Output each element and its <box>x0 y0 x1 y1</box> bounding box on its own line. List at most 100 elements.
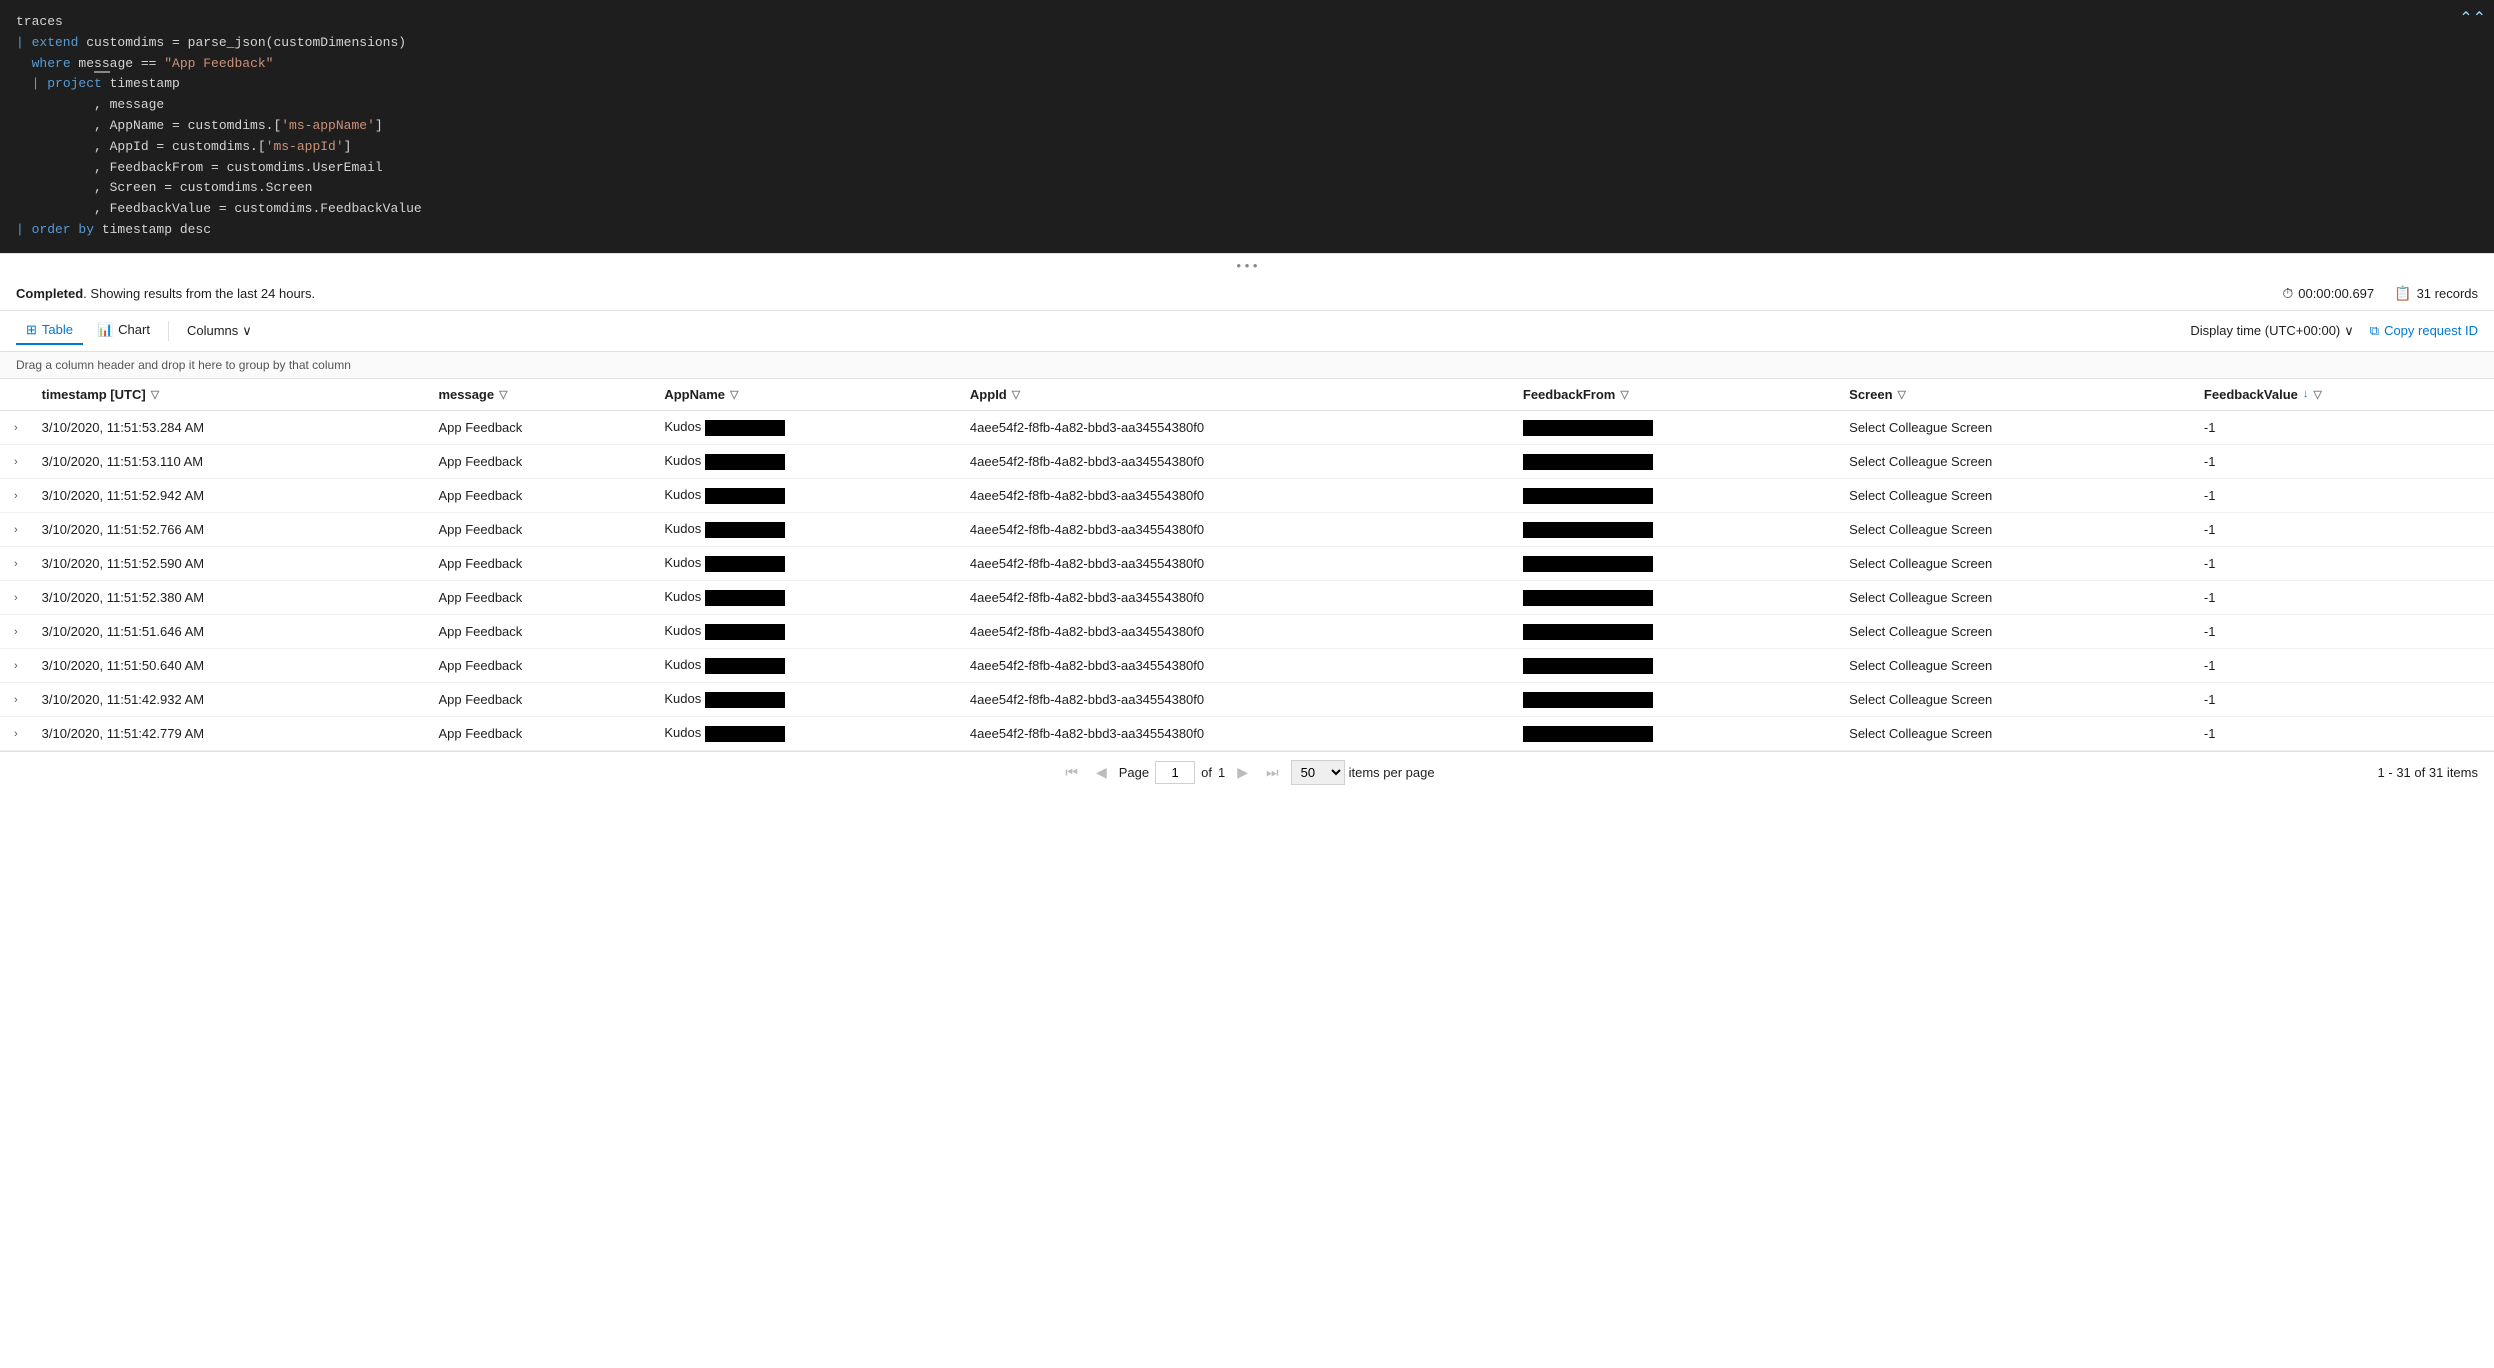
row-expand-button[interactable]: › <box>10 522 22 538</box>
timestamp-cell: 3/10/2020, 11:51:50.640 AM <box>32 648 429 682</box>
row-expand-button[interactable]: › <box>10 488 22 504</box>
page-info: ⏮ ◀ Page of 1 ▶ ⏭ 50 100 200 items per p… <box>1059 760 1434 785</box>
timestamp-filter-icon[interactable]: ▽ <box>151 388 159 401</box>
message-cell: App Feedback <box>428 478 654 512</box>
toolbar-right: Display time (UTC+00:00) ∨ ⧉ Copy reques… <box>2190 323 2478 339</box>
message-col-label: message <box>438 387 494 402</box>
row-expand-button[interactable]: › <box>10 692 22 708</box>
appname-cell: Kudos <box>654 716 960 750</box>
display-time-label: Display time (UTC+00:00) <box>2190 323 2340 338</box>
appid-filter-icon[interactable]: ▽ <box>1012 388 1020 401</box>
message-cell: App Feedback <box>428 682 654 716</box>
appname-redacted <box>705 556 785 572</box>
feedbackvalue-sort-icon[interactable]: ↓ <box>2303 388 2309 400</box>
display-time-selector[interactable]: Display time (UTC+00:00) ∨ <box>2190 323 2353 339</box>
screen-filter-icon[interactable]: ▽ <box>1898 388 1906 401</box>
next-page-button[interactable]: ▶ <box>1231 761 1254 784</box>
appname-redacted <box>705 488 785 504</box>
last-page-button[interactable]: ⏭ <box>1260 761 1285 784</box>
feedbackfrom-filter-icon[interactable]: ▽ <box>1620 388 1628 401</box>
chevron-down-icon: ∨ <box>242 323 252 339</box>
screen-cell: Select Colleague Screen <box>1839 580 2194 614</box>
appid-cell: 4aee54f2-f8fb-4a82-bbd3-aa34554380f0 <box>960 580 1513 614</box>
prev-page-button[interactable]: ◀ <box>1090 761 1113 784</box>
appid-cell: 4aee54f2-f8fb-4a82-bbd3-aa34554380f0 <box>960 682 1513 716</box>
feedbackvalue-cell: -1 <box>2194 512 2494 546</box>
feedbackvalue-cell: -1 <box>2194 444 2494 478</box>
feedbackvalue-cell: -1 <box>2194 648 2494 682</box>
table-row: › 3/10/2020, 11:51:52.590 AM App Feedbac… <box>0 546 2494 580</box>
appname-cell: Kudos <box>654 546 960 580</box>
row-expand-button[interactable]: › <box>10 726 22 742</box>
page-number-input[interactable] <box>1155 761 1195 784</box>
appid-cell: 4aee54f2-f8fb-4a82-bbd3-aa34554380f0 <box>960 614 1513 648</box>
toolbar: ⊞ Table 📊 Chart Columns ∨ Display time (… <box>0 311 2494 352</box>
row-expand-cell: › <box>0 648 32 682</box>
hint-bar: Drag a column header and drop it here to… <box>0 352 2494 379</box>
tab-chart[interactable]: 📊 Chart <box>87 317 160 345</box>
appid-cell: 4aee54f2-f8fb-4a82-bbd3-aa34554380f0 <box>960 478 1513 512</box>
table-tab-icon: ⊞ <box>26 322 37 338</box>
feedbackfrom-redacted <box>1523 658 1653 674</box>
message-cell: App Feedback <box>428 614 654 648</box>
row-expand-button[interactable]: › <box>10 624 22 640</box>
message-filter-icon[interactable]: ▽ <box>499 388 507 401</box>
row-expand-button[interactable]: › <box>10 454 22 470</box>
hint-text: Drag a column header and drop it here to… <box>16 358 351 372</box>
feedbackvalue-filter-icon[interactable]: ▽ <box>2313 388 2321 401</box>
status-right: ⏱ 00:00:00.697 📋 31 records <box>2282 285 2478 302</box>
collapse-button[interactable]: ⌃⌃ <box>2459 8 2486 28</box>
screen-cell: Select Colleague Screen <box>1839 444 2194 478</box>
table-wrapper: timestamp [UTC] ▽ message ▽ AppName <box>0 379 2494 751</box>
table-icon: 📋 <box>2394 285 2411 302</box>
row-expand-cell: › <box>0 478 32 512</box>
row-expand-button[interactable]: › <box>10 590 22 606</box>
row-expand-button[interactable]: › <box>10 420 22 436</box>
feedbackfrom-redacted <box>1523 726 1653 742</box>
timestamp-cell: 3/10/2020, 11:51:52.766 AM <box>32 512 429 546</box>
time-value: 00:00:00.697 <box>2298 286 2374 301</box>
columns-button[interactable]: Columns ∨ <box>177 318 262 344</box>
table-row: › 3/10/2020, 11:51:52.380 AM App Feedbac… <box>0 580 2494 614</box>
appname-cell: Kudos <box>654 512 960 546</box>
copy-request-button[interactable]: ⧉ Copy request ID <box>2370 323 2478 339</box>
feedbackfrom-redacted <box>1523 522 1653 538</box>
results-table-container[interactable]: timestamp [UTC] ▽ message ▽ AppName <box>0 379 2494 751</box>
message-cell: App Feedback <box>428 716 654 750</box>
appname-filter-icon[interactable]: ▽ <box>730 388 738 401</box>
code-line: , AppId = customdims.['ms-appId'] <box>16 137 2478 158</box>
appname-redacted <box>705 454 785 470</box>
feedbackfrom-redacted <box>1523 624 1653 640</box>
pagination-range: 1 - 31 of 31 items <box>2378 765 2478 780</box>
code-line: traces <box>16 12 2478 33</box>
records-label: 31 records <box>2417 286 2478 301</box>
dropdown-arrow: ∨ <box>2344 323 2354 339</box>
tab-table[interactable]: ⊞ Table <box>16 317 83 345</box>
pagination-bar: ⏮ ◀ Page of 1 ▶ ⏭ 50 100 200 items per p… <box>0 751 2494 793</box>
row-expand-button[interactable]: › <box>10 658 22 674</box>
code-line: , message <box>16 95 2478 116</box>
message-cell: App Feedback <box>428 444 654 478</box>
message-cell: App Feedback <box>428 410 654 444</box>
first-page-button[interactable]: ⏮ <box>1059 761 1084 784</box>
feedbackvalue-cell: -1 <box>2194 614 2494 648</box>
table-row: › 3/10/2020, 11:51:42.932 AM App Feedbac… <box>0 682 2494 716</box>
per-page-select[interactable]: 50 100 200 <box>1291 760 1345 785</box>
of-label: of <box>1201 765 1212 780</box>
table-row: › 3/10/2020, 11:51:52.766 AM App Feedbac… <box>0 512 2494 546</box>
row-expand-cell: › <box>0 512 32 546</box>
appname-cell: Kudos <box>654 648 960 682</box>
appname-redacted <box>705 590 785 606</box>
screen-col-label: Screen <box>1849 387 1892 402</box>
appname-redacted <box>705 624 785 640</box>
feedbackfrom-redacted <box>1523 590 1653 606</box>
screen-cell: Select Colleague Screen <box>1839 478 2194 512</box>
appid-cell: 4aee54f2-f8fb-4a82-bbd3-aa34554380f0 <box>960 444 1513 478</box>
feedbackfrom-cell <box>1513 512 1839 546</box>
feedbackfrom-redacted <box>1523 420 1653 436</box>
row-expand-button[interactable]: › <box>10 556 22 572</box>
chart-tab-icon: 📊 <box>97 322 113 338</box>
appname-col-header: AppName ▽ <box>654 379 960 411</box>
feedbackfrom-redacted <box>1523 488 1653 504</box>
feedbackfrom-col-header: FeedbackFrom ▽ <box>1513 379 1839 411</box>
